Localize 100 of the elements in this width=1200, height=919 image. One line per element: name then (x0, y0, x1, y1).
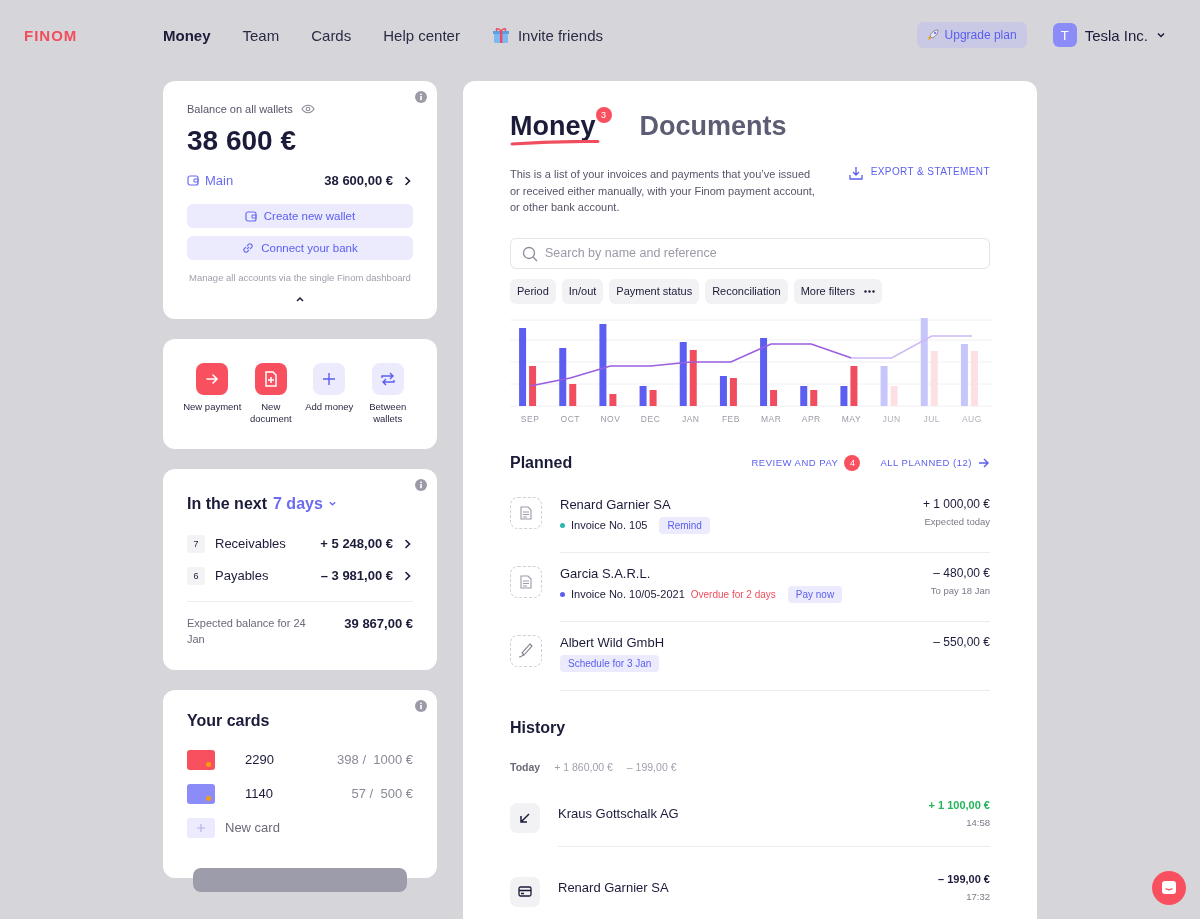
forecast-row[interactable]: 7 Receivables + 5 248,00 € (187, 534, 413, 553)
payment-amount: + 1 000,00 € (922, 496, 990, 511)
plus-icon (322, 372, 337, 386)
transaction-name: Renard Garnier SA (558, 879, 670, 895)
forecast-row[interactable]: 6 Payables – 3 981,00 € (187, 566, 413, 585)
income-bar (559, 347, 567, 406)
card-thumbnail-icon[interactable] (187, 749, 215, 770)
income-bar (760, 337, 768, 406)
info-icon[interactable] (415, 91, 427, 103)
month-label: FEB (720, 413, 741, 424)
chat-icon (1161, 880, 1177, 896)
history-title: History (510, 718, 567, 737)
action-button[interactable]: Pay now (787, 585, 843, 603)
period-dropdown[interactable]: 7 days (273, 494, 337, 513)
quick-action[interactable]: Add money (300, 363, 359, 425)
transaction-amount: + 1 100,00 € (928, 798, 990, 811)
description-text: This is a list of your invoices and payments that you’ve issued or received either manually, with your Finom payment account, or other bank account. (510, 167, 816, 215)
account-menu[interactable]: T Tesla Inc. (1052, 23, 1166, 47)
expense-bar (609, 393, 617, 406)
nav-link[interactable]: Team (242, 26, 280, 44)
forecast-label: Payables (215, 568, 270, 584)
chevron-right-icon (403, 538, 413, 549)
search-field[interactable]: Search by name and reference (510, 237, 990, 269)
connect-bank-button[interactable]: Connect your bank (187, 236, 413, 260)
download-icon (848, 166, 863, 180)
quick-action[interactable]: New payment (183, 363, 242, 425)
month-label: MAY (840, 413, 863, 424)
month-label: JUN (881, 413, 902, 424)
quick-action[interactable]: New document (241, 363, 300, 425)
balance-note: Manage all accounts via the single Finom dashboard (188, 272, 412, 283)
action-button[interactable]: Schedule for 3 Jan (560, 654, 660, 672)
document-icon (520, 574, 532, 589)
arrow-right-icon (978, 457, 990, 468)
card-usage: 398 / 1000 € (337, 752, 413, 768)
review-link[interactable]: REVIEW AND PAY 4 (751, 454, 861, 471)
filter-chip[interactable]: Reconciliation (705, 278, 788, 304)
nav-link[interactable]: Money (163, 26, 211, 44)
day-label: Today (510, 760, 541, 773)
expense-bar (569, 383, 577, 406)
day-outgo: – 199,00 € (626, 760, 677, 773)
wallet-icon (244, 210, 257, 222)
new-card-button[interactable]: New card (187, 817, 280, 838)
card-usage: 57 / 500 € (351, 786, 413, 802)
month-label: AUG (960, 413, 983, 424)
tab[interactable]: Documents (639, 111, 787, 146)
forecast-label: Receivables (215, 536, 287, 552)
card-number: 2290 (245, 752, 275, 768)
payment-amount: – 480,00 € (932, 565, 990, 580)
quick-action[interactable]: Between wallets (358, 363, 417, 425)
create-wallet-button[interactable]: Create new wallet (187, 204, 413, 228)
nav-link[interactable]: Cards (311, 26, 352, 44)
expense-bar (970, 350, 978, 406)
nav-link[interactable]: Help center (383, 26, 460, 44)
pen-icon (518, 642, 534, 659)
count-badge: 6 (187, 566, 205, 585)
link-icon (242, 242, 255, 254)
arrow-down-left-icon (519, 811, 531, 824)
count-badge: 4 (844, 454, 861, 471)
expense-bar (770, 389, 778, 406)
card-thumbnail-icon[interactable] (187, 783, 215, 804)
expense-bar (649, 389, 657, 406)
chevron-down-icon (1156, 30, 1166, 40)
document-icon (520, 505, 532, 520)
chevron-right-icon (403, 175, 413, 186)
eye-icon[interactable] (300, 104, 315, 114)
month-label: SEP (519, 413, 541, 424)
card-action-button[interactable] (193, 867, 407, 892)
count-badge: 7 (187, 534, 205, 553)
swap-arrows-icon (379, 372, 396, 386)
invite-link[interactable]: Invite friends (491, 26, 603, 44)
info-icon[interactable] (415, 699, 427, 712)
filter-chip[interactable]: Payment status (609, 278, 700, 304)
chat-button[interactable] (1152, 871, 1186, 905)
wallet-link[interactable]: Main (187, 173, 325, 188)
chevron-right-icon (403, 570, 413, 581)
income-bar (719, 375, 727, 406)
filter-chip[interactable]: In/out (561, 278, 604, 304)
transaction-time: 17:32 (965, 890, 990, 902)
payee-name: Renard Garnier SA (560, 496, 672, 512)
month-label: DEC (639, 413, 662, 424)
expense-bar (529, 365, 537, 406)
gift-icon (491, 26, 510, 44)
all-planned-link[interactable]: ALL PLANNED (12) (880, 457, 990, 468)
export-link[interactable]: EXPORT & STATEMENT (848, 166, 990, 182)
arrow-right-icon (205, 372, 220, 386)
month-label: APR (800, 413, 822, 424)
payment-note: To pay 18 Jan (930, 584, 990, 596)
card-number: 1140 (245, 786, 274, 802)
info-icon[interactable] (415, 478, 427, 491)
filter-chip[interactable]: More filters (793, 278, 883, 304)
month-label: NOV (599, 413, 622, 424)
expected-balance-label: Expected balance for 24 Jan (187, 615, 307, 647)
tab[interactable]: Money (510, 111, 596, 146)
forecast-title: In the next (187, 494, 267, 513)
wallet-icon (187, 175, 199, 186)
overdue-label: Overdue for 2 days (690, 588, 776, 600)
chevron-up-icon[interactable] (295, 295, 305, 303)
action-button[interactable]: Remind (659, 516, 710, 534)
filter-chip[interactable]: Period (510, 278, 556, 304)
payment-amount: – 550,00 € (933, 634, 990, 649)
